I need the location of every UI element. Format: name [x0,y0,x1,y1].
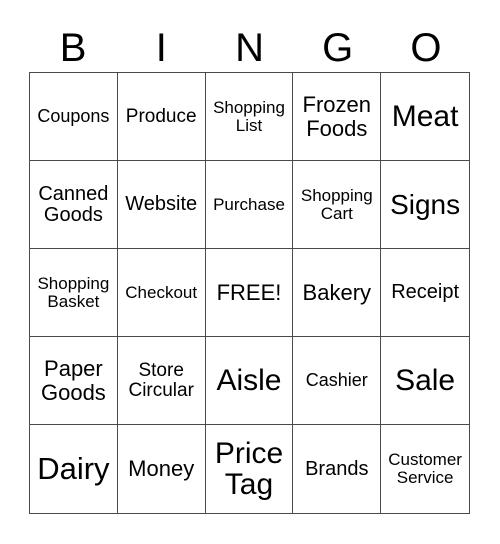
bingo-cell[interactable]: Checkout [117,249,206,337]
header-letter-n: N [235,26,264,70]
bingo-cell[interactable]: Aisle [205,337,294,425]
bingo-cell[interactable]: Meat [381,73,469,161]
header-letter-b: B [59,26,87,70]
bingo-card-grid: Coupons Produce Shopping List Frozen Foo… [29,72,470,514]
bingo-cell[interactable]: Frozen Foods [293,73,382,161]
bingo-cell[interactable]: Coupons [30,73,118,161]
bingo-cell[interactable]: Cashier [293,337,382,425]
bingo-cell[interactable]: Dairy [30,425,118,513]
bingo-cell[interactable]: Brands [293,425,382,513]
bingo-cell[interactable]: Customer Service [381,425,469,513]
bingo-header: B I N G O [29,25,470,71]
header-letter-i: I [155,26,167,70]
bingo-cell[interactable]: Signs [381,161,469,249]
bingo-cell[interactable]: Canned Goods [30,161,118,249]
bingo-cell[interactable]: Bakery [293,249,382,337]
bingo-cell[interactable]: Store Circular [117,337,206,425]
bingo-cell[interactable]: Website [117,161,206,249]
bingo-cell[interactable]: Produce [117,73,206,161]
header-letter-o: O [410,26,442,70]
bingo-cell[interactable]: Purchase [205,161,294,249]
bingo-cell[interactable]: Price Tag [206,425,294,513]
bingo-cell[interactable]: Shopping Cart [293,161,382,249]
bingo-cell[interactable]: Money [118,425,206,513]
bingo-cell[interactable]: Sale [381,337,469,425]
bingo-cell[interactable]: Paper Goods [30,337,118,425]
bingo-cell[interactable]: Shopping List [205,73,294,161]
bingo-cell[interactable]: Shopping Basket [30,249,118,337]
free-space-cell[interactable]: FREE! [205,249,294,337]
header-letter-g: G [322,26,354,70]
bingo-cell[interactable]: Receipt [381,249,469,337]
